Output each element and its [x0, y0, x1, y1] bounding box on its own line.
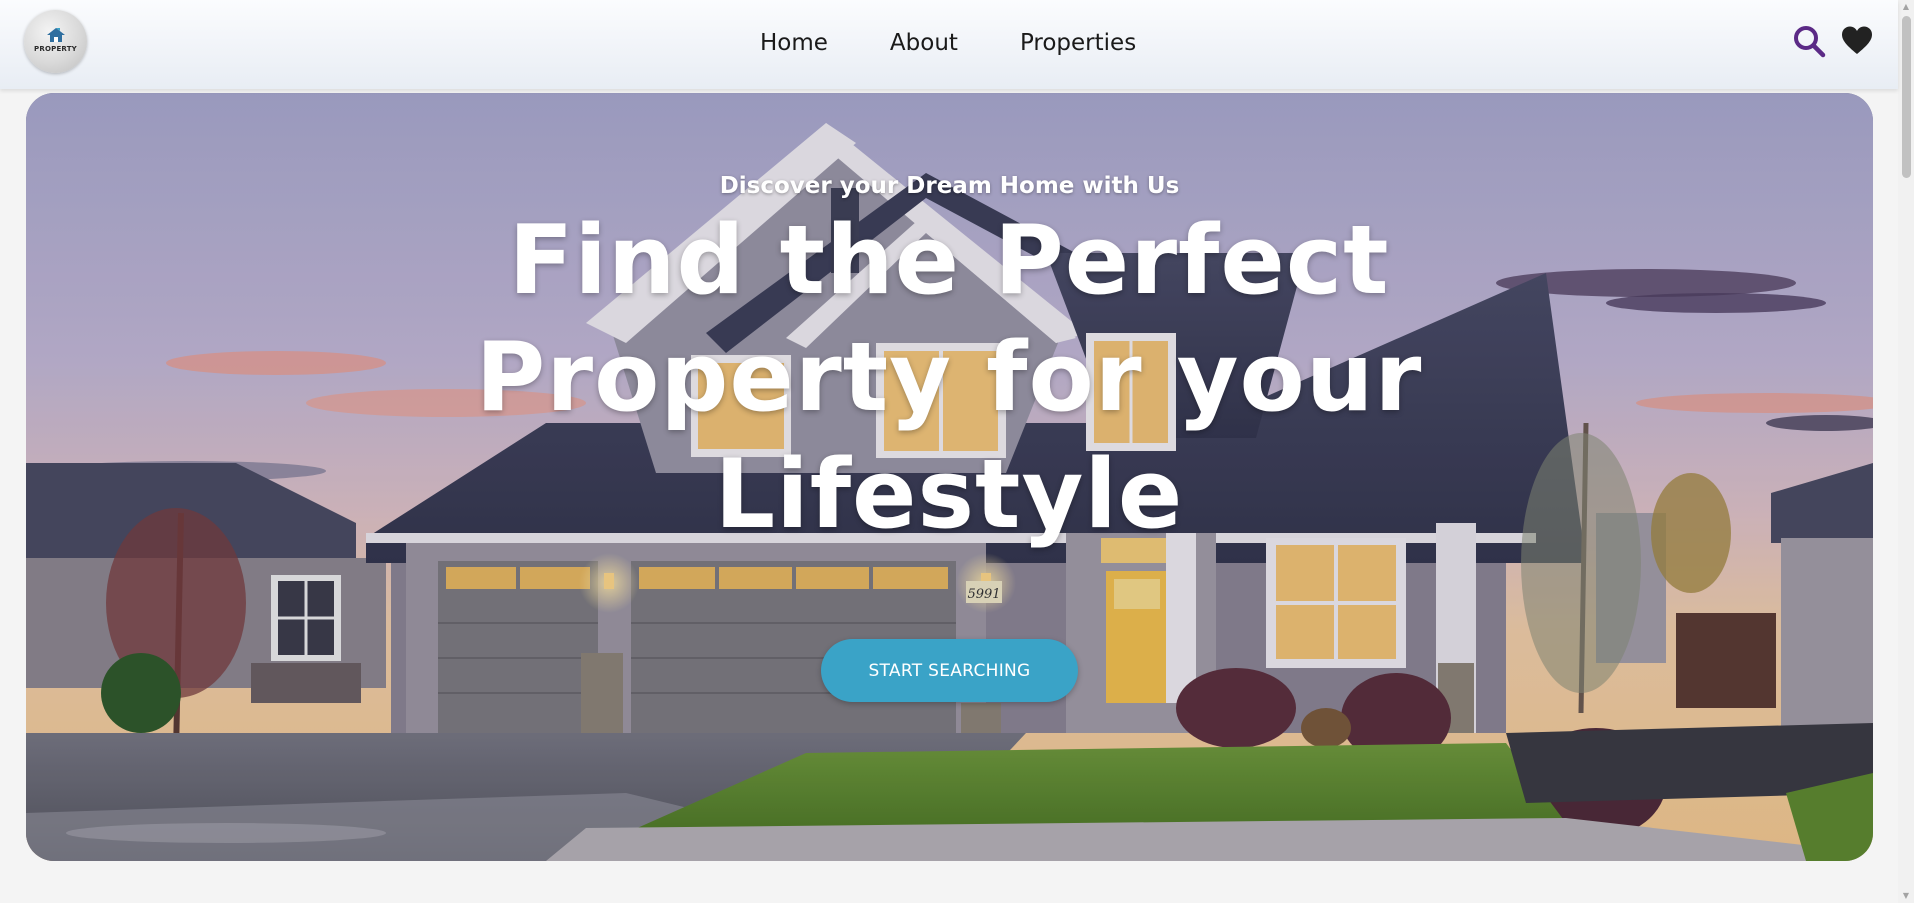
- scroll-down-arrow-icon[interactable]: ▼: [1898, 889, 1914, 903]
- vertical-scrollbar[interactable]: ▲ ▼: [1898, 0, 1914, 903]
- logo-text: PROPERTY: [34, 45, 77, 53]
- hero-banner: 5991 Discover your Dream Home with Us Fi…: [26, 93, 1873, 861]
- hero-headline: Find the Perfect Property for your Lifes…: [475, 206, 1423, 550]
- hero-eyebrow: Discover your Dream Home with Us: [719, 173, 1180, 199]
- site-header: PROPERTY Home About Properties: [0, 0, 1898, 89]
- start-searching-button[interactable]: START SEARCHING: [821, 639, 1078, 702]
- nav-properties[interactable]: Properties: [1020, 30, 1136, 56]
- search-icon[interactable]: [1792, 24, 1826, 58]
- nav-home[interactable]: Home: [760, 30, 828, 56]
- brand-logo[interactable]: PROPERTY: [24, 10, 87, 73]
- scroll-up-arrow-icon[interactable]: ▲: [1898, 0, 1914, 14]
- page: PROPERTY Home About Properties 5991 Disc…: [0, 0, 1914, 903]
- main-nav: Home About Properties: [760, 30, 1136, 56]
- header-icons: [1792, 24, 1874, 58]
- house-icon: [47, 28, 65, 42]
- heart-icon[interactable]: [1840, 24, 1874, 58]
- scrollbar-thumb[interactable]: [1902, 16, 1911, 178]
- nav-about[interactable]: About: [890, 30, 958, 56]
